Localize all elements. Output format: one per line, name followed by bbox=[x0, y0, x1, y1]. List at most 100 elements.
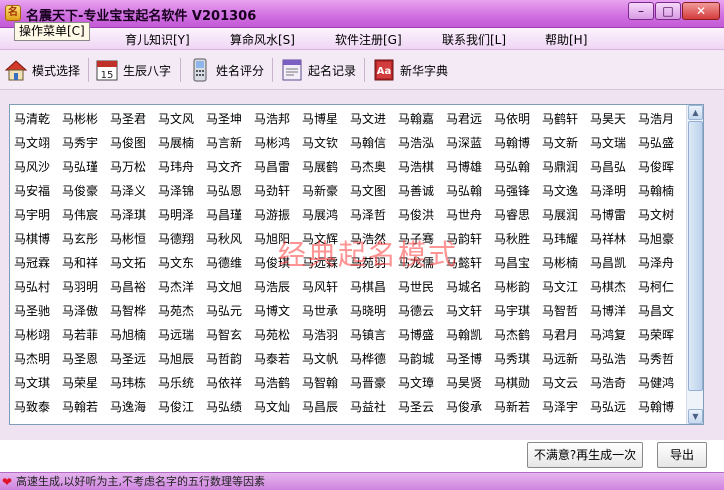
name-item[interactable]: 马弘瑾 bbox=[62, 157, 98, 177]
name-item[interactable]: 马善诚 bbox=[398, 181, 434, 201]
name-item[interactable]: 马德云 bbox=[398, 301, 434, 321]
name-item[interactable]: 马博文 bbox=[254, 301, 290, 321]
name-item[interactable]: 马泽宇 bbox=[542, 397, 578, 417]
name-item[interactable]: 马德翔 bbox=[158, 229, 194, 249]
name-item[interactable]: 马依祥 bbox=[206, 373, 242, 393]
name-item[interactable]: 马文进 bbox=[350, 109, 386, 129]
name-item[interactable]: 马德维 bbox=[206, 253, 242, 273]
name-item[interactable]: 马浩鹤 bbox=[254, 373, 290, 393]
name-list[interactable]: 马清乾 马彬彬 马圣君 马文风 马圣坤 马浩邦 马博星 马文进 马翰嘉 马君远 马依明 马鹤轩 马昊天马… bbox=[9, 104, 704, 425]
name-item[interactable]: 马展楠 bbox=[158, 133, 194, 153]
name-item[interactable]: 马鸿复 bbox=[590, 325, 626, 345]
birth-chart-button[interactable]: 15 生辰八字 bbox=[95, 55, 171, 85]
name-item[interactable]: 马俊图 bbox=[110, 133, 146, 153]
name-item[interactable]: 马翰若 bbox=[62, 397, 98, 417]
name-item[interactable]: 马昌辰 bbox=[302, 397, 338, 417]
name-item[interactable]: 马昌裕 bbox=[110, 277, 146, 297]
name-item[interactable]: 马弘浩 bbox=[590, 349, 626, 369]
menu-register[interactable]: 软件注册[G] bbox=[335, 31, 402, 48]
name-item[interactable]: 马弘远 bbox=[590, 397, 626, 417]
name-item[interactable]: 马文钦 bbox=[302, 133, 338, 153]
menu-fortune[interactable]: 算命风水[S] bbox=[230, 31, 295, 48]
name-item[interactable]: 马翰嘉 bbox=[398, 109, 434, 129]
name-item[interactable]: 马俊晖 bbox=[638, 157, 674, 177]
name-item[interactable]: 马文东 bbox=[158, 253, 194, 273]
name-item[interactable]: 马博雄 bbox=[446, 157, 482, 177]
name-item[interactable]: 马羽明 bbox=[62, 277, 98, 297]
name-item[interactable]: 马彬楠 bbox=[542, 253, 578, 273]
name-item[interactable]: 马展润 bbox=[542, 205, 578, 225]
name-item[interactable]: 马旭楠 bbox=[110, 325, 146, 345]
name-item[interactable]: 马玄彤 bbox=[62, 229, 98, 249]
name-item[interactable]: 马杰鹤 bbox=[494, 325, 530, 345]
name-item[interactable]: 马棋勋 bbox=[494, 373, 530, 393]
name-item[interactable]: 马苑松 bbox=[254, 325, 290, 345]
name-item[interactable]: 马杰洋 bbox=[158, 277, 194, 297]
name-item[interactable]: 马彬彬 bbox=[62, 109, 98, 129]
name-item[interactable]: 马文帆 bbox=[302, 349, 338, 369]
name-item[interactable]: 马弘元 bbox=[206, 301, 242, 321]
name-item[interactable]: 马展鹤 bbox=[302, 157, 338, 177]
name-item[interactable]: 马圣远 bbox=[110, 349, 146, 369]
name-item[interactable]: 马祥林 bbox=[590, 229, 626, 249]
name-item[interactable]: 马浩羽 bbox=[302, 325, 338, 345]
name-item[interactable]: 马桦德 bbox=[350, 349, 386, 369]
operations-menu[interactable]: 操作菜单[C] bbox=[14, 22, 90, 41]
name-item[interactable]: 马杰明 bbox=[14, 349, 50, 369]
name-item[interactable]: 马泽舟 bbox=[638, 253, 674, 273]
name-item[interactable]: 马鼎润 bbox=[542, 157, 578, 177]
name-item[interactable]: 马泰若 bbox=[254, 349, 290, 369]
name-item[interactable]: 马言新 bbox=[206, 133, 242, 153]
name-item[interactable]: 马世舟 bbox=[446, 205, 482, 225]
name-item[interactable]: 马玮耀 bbox=[542, 229, 578, 249]
name-item[interactable]: 马泽明 bbox=[590, 181, 626, 201]
name-item[interactable]: 马棋杰 bbox=[590, 277, 626, 297]
name-item[interactable]: 马泽锦 bbox=[158, 181, 194, 201]
minimize-button[interactable]: – bbox=[628, 2, 654, 20]
name-item[interactable]: 马俊江 bbox=[158, 397, 194, 417]
name-item[interactable]: 马博洋 bbox=[590, 301, 626, 321]
name-item[interactable]: 马清乾 bbox=[14, 109, 50, 129]
name-score-button[interactable]: 姓名评分 bbox=[188, 55, 264, 85]
name-item[interactable]: 马哲韵 bbox=[206, 349, 242, 369]
name-item[interactable]: 马浩辰 bbox=[254, 277, 290, 297]
name-item[interactable]: 马昌瑾 bbox=[206, 205, 242, 225]
name-item[interactable]: 马泽傲 bbox=[62, 301, 98, 321]
title-bar[interactable]: 名 名震天下-专业宝宝起名软件 V201306 – □ ✕ bbox=[0, 0, 724, 28]
dictionary-button[interactable]: Aa 新华字典 bbox=[372, 55, 448, 85]
name-item[interactable]: 马昌宝 bbox=[494, 253, 530, 273]
name-item[interactable]: 马文江 bbox=[542, 277, 578, 297]
scroll-up-icon[interactable]: ▲ bbox=[688, 105, 703, 120]
name-item[interactable]: 马圣云 bbox=[398, 397, 434, 417]
name-item[interactable]: 马旭豪 bbox=[638, 229, 674, 249]
name-item[interactable]: 马浩月 bbox=[638, 109, 674, 129]
name-item[interactable]: 马冠霖 bbox=[14, 253, 50, 273]
name-item[interactable]: 马文瑞 bbox=[590, 133, 626, 153]
name-item[interactable]: 马强锋 bbox=[494, 181, 530, 201]
name-item[interactable]: 马鹤轩 bbox=[542, 109, 578, 129]
name-item[interactable]: 马荣星 bbox=[62, 373, 98, 393]
name-item[interactable]: 马俊洪 bbox=[398, 205, 434, 225]
name-item[interactable]: 马深蓝 bbox=[446, 133, 482, 153]
name-item[interactable]: 马浩奇 bbox=[590, 373, 626, 393]
name-item[interactable]: 马君月 bbox=[542, 325, 578, 345]
name-item[interactable]: 马昊贤 bbox=[446, 373, 482, 393]
name-item[interactable]: 马博星 bbox=[302, 109, 338, 129]
name-item[interactable]: 马秀琪 bbox=[494, 349, 530, 369]
name-item[interactable]: 马世承 bbox=[302, 301, 338, 321]
naming-record-button[interactable]: 起名记录 bbox=[280, 55, 356, 85]
name-item[interactable]: 马文轩 bbox=[446, 301, 482, 321]
name-item[interactable]: 马新豪 bbox=[302, 181, 338, 201]
name-item[interactable]: 马文璋 bbox=[398, 373, 434, 393]
name-item[interactable]: 马智玄 bbox=[206, 325, 242, 345]
name-item[interactable]: 马远新 bbox=[542, 349, 578, 369]
name-item[interactable]: 马博雷 bbox=[590, 205, 626, 225]
maximize-button[interactable]: □ bbox=[655, 2, 681, 20]
name-item[interactable]: 马展鸿 bbox=[302, 205, 338, 225]
name-item[interactable]: 马圣博 bbox=[446, 349, 482, 369]
name-item[interactable]: 马风轩 bbox=[302, 277, 338, 297]
name-item[interactable]: 马彬鸿 bbox=[254, 133, 290, 153]
name-item[interactable]: 马弘村 bbox=[14, 277, 50, 297]
name-item[interactable]: 马翰博 bbox=[494, 133, 530, 153]
name-item[interactable]: 马睿思 bbox=[494, 205, 530, 225]
